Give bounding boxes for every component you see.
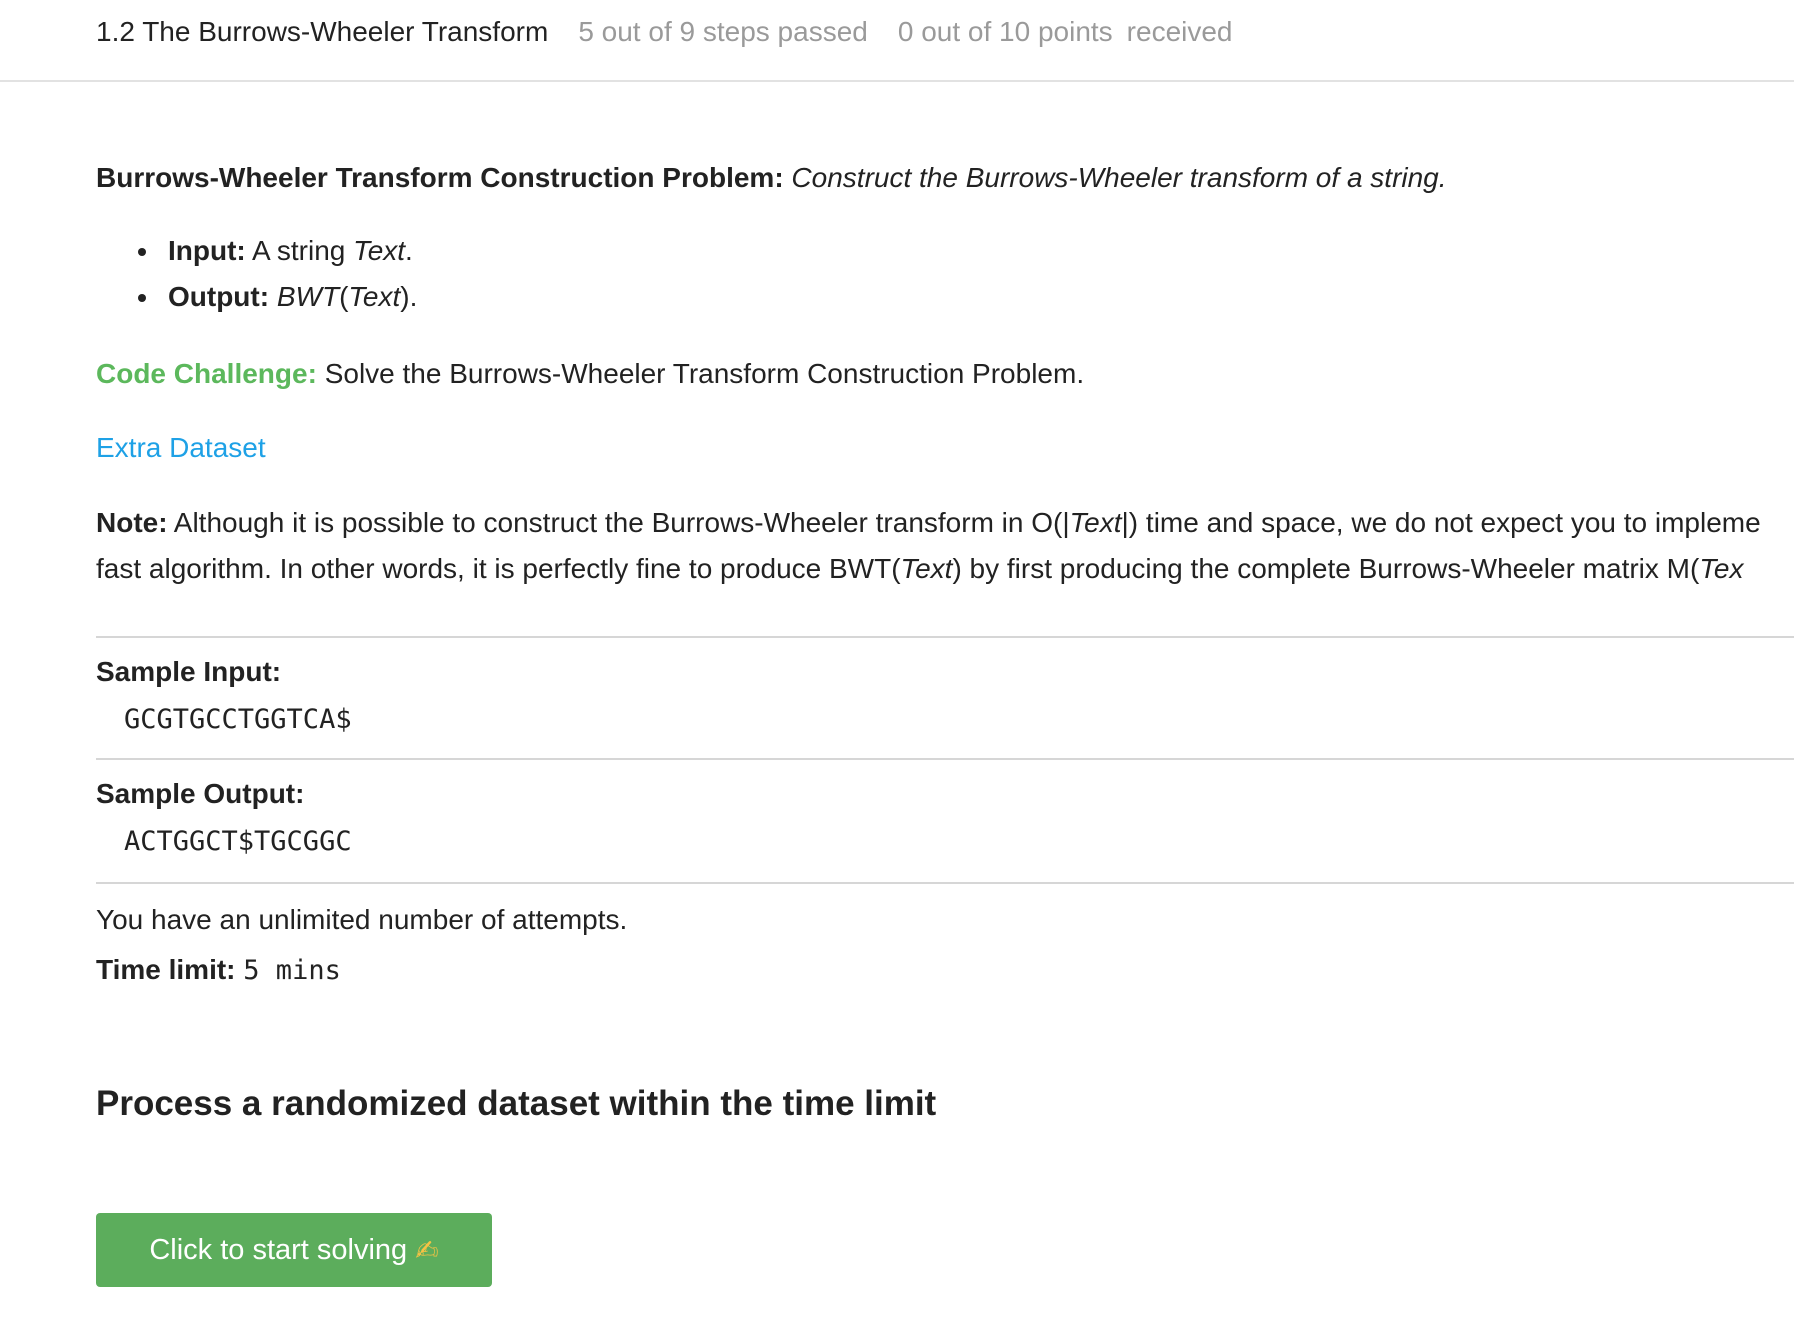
input-label: Input: (168, 235, 246, 266)
note-label: Note: (96, 507, 168, 538)
divider (96, 636, 1794, 638)
divider (96, 882, 1794, 884)
sample-output-label: Sample Output: (96, 778, 305, 809)
code-challenge-text: Solve the Burrows-Wheeler Transform Cons… (324, 358, 1085, 389)
start-solving-button[interactable]: Click to start solving ✍ (96, 1213, 492, 1287)
problem-title: Burrows-Wheeler Transform Construction P… (96, 162, 784, 193)
points-received: received (1126, 16, 1233, 47)
writing-hand-icon: ✍ (415, 1234, 439, 1266)
start-solving-label: Click to start solving (149, 1233, 408, 1266)
problem-statement: Burrows-Wheeler Transform Construction P… (96, 156, 1447, 200)
steps-progress: 5 out of 9 steps passed (578, 16, 868, 47)
step-header: 1.2 The Burrows-Wheeler Transform 5 out … (0, 0, 1794, 82)
attempts-info: You have an unlimited number of attempts… (96, 904, 628, 935)
sample-output-value: ACTGGCT$TGCGGC (124, 826, 352, 857)
divider (96, 758, 1794, 760)
output-label: Output: (168, 281, 270, 312)
sample-input-value: GCGTGCCTGGTCA$ (124, 704, 352, 735)
sample-input-label: Sample Input: (96, 656, 282, 687)
problem-description: Construct the Burrows-Wheeler transform … (791, 162, 1447, 193)
lesson-title: 1.2 The Burrows-Wheeler Transform (96, 16, 549, 47)
page: 1.2 The Burrows-Wheeler Transform 5 out … (0, 0, 1794, 1342)
time-limit: Time limit: 5 mins (96, 948, 341, 993)
note-paragraph: Note: Although it is possible to constru… (96, 507, 1761, 584)
extra-dataset-link[interactable]: Extra Dataset (96, 426, 266, 470)
points-status: 0 out of 10 points received (898, 16, 1233, 48)
code-challenge: Code Challenge: Solve the Burrows-Wheele… (96, 352, 1084, 396)
points-count: 0 out of 10 points (897, 16, 1113, 47)
time-limit-label: Time limit: (96, 954, 236, 985)
io-list: Input: A string Text. Output: BWT(Text). (96, 228, 417, 320)
time-limit-value: 5 mins (243, 955, 341, 986)
output-item: Output: BWT(Text). (96, 274, 417, 320)
section-title: Process a randomized dataset within the … (96, 1084, 937, 1123)
input-item: Input: A string Text. (96, 228, 417, 274)
code-challenge-label: Code Challenge: (96, 358, 317, 389)
